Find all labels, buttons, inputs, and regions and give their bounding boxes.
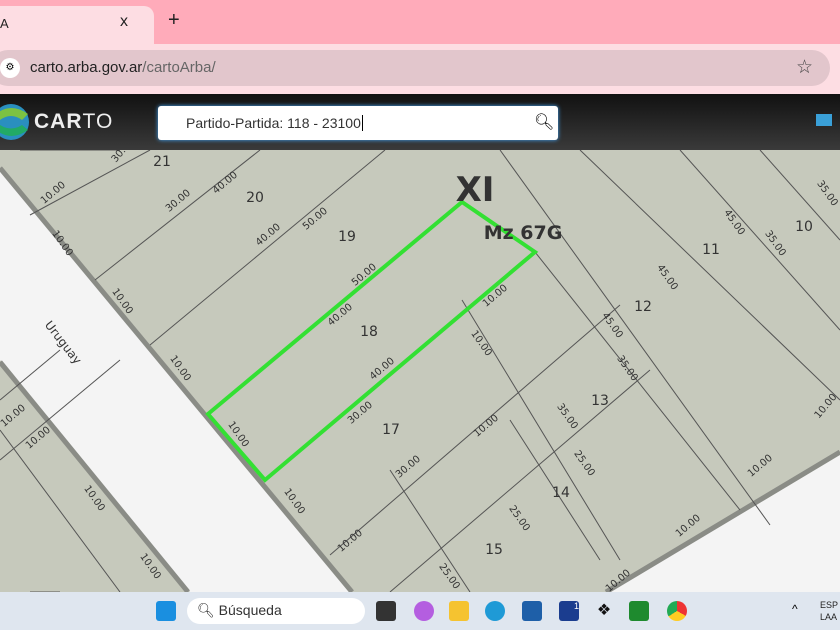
- carto-logo-icon: [0, 104, 29, 140]
- tab-title: A: [0, 16, 9, 31]
- search-value: Partido-Partida: 118 - 23100: [186, 115, 363, 131]
- file-explorer-icon[interactable]: [449, 601, 469, 621]
- mail-icon[interactable]: [816, 114, 832, 126]
- edge-icon[interactable]: [485, 601, 505, 621]
- lot-number: 18: [360, 324, 378, 340]
- xbox-icon[interactable]: [629, 601, 649, 621]
- url-host: carto.arba.gov.ar: [30, 59, 143, 76]
- lot-number: 13: [591, 393, 609, 409]
- dropbox-icon[interactable]: ❖: [594, 601, 614, 621]
- block-label: Mz 67G: [484, 222, 563, 244]
- lot-number: 15: [485, 542, 503, 558]
- address-bar-area: ⚙ carto.arba.gov.ar/cartoArba/ ☆: [0, 44, 840, 94]
- url-path: /cartoArba/: [142, 59, 216, 76]
- brand-name: CARTO: [34, 110, 114, 133]
- app-l-icon[interactable]: 1: [559, 601, 579, 621]
- search-input[interactable]: Partido-Partida: 118 - 23100 🔍︎: [158, 106, 558, 140]
- app-header: CARTO Partido-Partida: 118 - 23100 🔍︎: [0, 94, 840, 150]
- browser-tab[interactable]: A x: [0, 6, 154, 44]
- chrome-icon[interactable]: [667, 601, 687, 621]
- tab-bar: A x +: [0, 0, 840, 44]
- lot-number: 12: [634, 299, 652, 315]
- site-settings-icon[interactable]: ⚙: [0, 58, 20, 78]
- language-indicator[interactable]: ESP LAA: [820, 599, 838, 623]
- bookmark-star-icon[interactable]: ☆: [796, 56, 813, 79]
- lot-number: 19: [338, 229, 356, 245]
- block-roman-label: XI: [456, 170, 495, 210]
- map-canvas[interactable]: 21 20 19 18 17 11 10 12 13 14 15 30.00 10.00 30.00 40.…: [0, 150, 840, 592]
- new-tab-button[interactable]: +: [168, 9, 180, 32]
- lot-number: 11: [702, 242, 720, 258]
- lot-number: 10: [795, 219, 813, 235]
- close-tab-icon[interactable]: x: [120, 13, 128, 31]
- address-bar[interactable]: ⚙ carto.arba.gov.ar/cartoArba/ ☆: [0, 50, 830, 86]
- copilot-icon[interactable]: [414, 601, 434, 621]
- lot-number: 20: [246, 190, 264, 206]
- search-icon[interactable]: 🔍︎: [534, 112, 554, 132]
- lot-number: 17: [382, 422, 400, 438]
- tray-chevron-icon[interactable]: ^: [792, 602, 798, 616]
- taskbar-search[interactable]: 🔍︎ Búsqueda: [187, 598, 365, 624]
- store-icon[interactable]: [522, 601, 542, 621]
- lot-number: 21: [153, 154, 171, 170]
- lot-number: 14: [552, 485, 570, 501]
- start-icon[interactable]: [156, 601, 176, 621]
- taskbar: 🔍︎ Búsqueda 1 ❖ ^ ESP LAA: [0, 592, 840, 630]
- task-view-icon[interactable]: [376, 601, 396, 621]
